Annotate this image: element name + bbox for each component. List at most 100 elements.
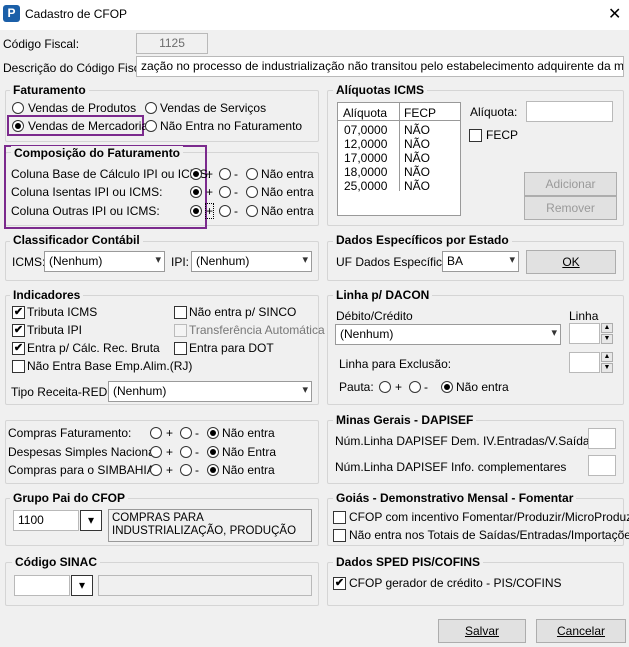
close-icon[interactable]: ✕ bbox=[608, 4, 621, 24]
radio-vendas-servicos[interactable] bbox=[145, 102, 157, 114]
window-title: Cadastro de CFOP bbox=[25, 7, 128, 21]
goias-totais-checkbox[interactable] bbox=[333, 529, 346, 542]
goias-incentivo-label: CFOP com incentivo Fomentar/Produzir/Mic… bbox=[349, 510, 629, 524]
nao-entra-faturamento-label: Não Entra no Faturamento bbox=[160, 119, 303, 133]
radio-isentas-none[interactable] bbox=[246, 186, 258, 198]
radio-outras-none[interactable] bbox=[246, 205, 258, 217]
spin-down-icon[interactable]: ▼ bbox=[601, 363, 613, 373]
grid-cell: 25,0000 bbox=[344, 179, 388, 193]
cancelar-button[interactable]: Cancelar bbox=[536, 619, 626, 643]
entra-rec-bruta-label: Entra p/ Cálc. Rec. Bruta bbox=[27, 341, 160, 355]
uf-select[interactable]: BA ▾ bbox=[442, 251, 519, 272]
radio-simbahia-plus[interactable] bbox=[150, 464, 162, 476]
aliquota-input[interactable] bbox=[526, 101, 613, 122]
icms-select[interactable]: (Nenhum) ▾ bbox=[44, 251, 165, 272]
grupo-pai-code[interactable]: 1100 bbox=[13, 510, 79, 531]
radio-pauta-none[interactable] bbox=[441, 381, 453, 393]
nao-entra-sinco-checkbox[interactable] bbox=[174, 306, 187, 319]
radio-simbahia-minus[interactable] bbox=[180, 464, 192, 476]
chevron-down-icon: ▾ bbox=[551, 327, 557, 339]
plus-label: + bbox=[395, 380, 403, 394]
classificador-title: Classificador Contábil bbox=[10, 233, 143, 247]
fecp-label: FECP bbox=[486, 128, 519, 142]
debito-credito-select[interactable]: (Nenhum) ▾ bbox=[335, 324, 561, 345]
adicionar-button[interactable]: Adicionar bbox=[524, 172, 617, 196]
minas-row1-input[interactable] bbox=[588, 428, 616, 449]
salvar-label: Salvar bbox=[464, 624, 499, 638]
linha-label: Linha bbox=[569, 309, 599, 323]
radio-vendas-produtos[interactable] bbox=[12, 102, 24, 114]
plus-label: + bbox=[204, 203, 215, 219]
sped-title: Dados SPED PIS/COFINS bbox=[333, 555, 484, 569]
sinac-code[interactable] bbox=[14, 575, 70, 596]
plus-label: + bbox=[166, 463, 174, 477]
sped-credito-checkbox[interactable]: ✔ bbox=[333, 577, 346, 590]
goias-incentivo-checkbox[interactable] bbox=[333, 511, 346, 524]
exclusao-spinner[interactable] bbox=[569, 352, 600, 373]
none-label: Não entra bbox=[261, 167, 314, 181]
radio-base-plus[interactable] bbox=[190, 168, 202, 180]
minus-label: - bbox=[195, 445, 199, 459]
grid-cell: NÃO bbox=[404, 137, 431, 151]
tributa-ipi-checkbox[interactable]: ✔ bbox=[12, 324, 25, 337]
none-label: Não entra bbox=[222, 463, 275, 477]
salvar-button[interactable]: Salvar bbox=[438, 619, 526, 643]
minus-label: - bbox=[234, 167, 238, 181]
plus-label: + bbox=[206, 185, 214, 199]
codigo-fiscal-field[interactable]: 1125 bbox=[136, 33, 208, 54]
tributa-icms-checkbox[interactable]: ✔ bbox=[12, 306, 25, 319]
chevron-down-icon: ▾ bbox=[87, 513, 95, 527]
radio-base-minus[interactable] bbox=[219, 168, 231, 180]
nao-entra-base-rj-label: Não Entra Base Emp.Alim.(RJ) bbox=[27, 359, 193, 373]
aliquotas-title: Alíquotas ICMS bbox=[333, 83, 428, 97]
radio-despesas-plus[interactable] bbox=[150, 446, 162, 458]
grid-cell: NÃO bbox=[404, 151, 431, 165]
radio-isentas-minus[interactable] bbox=[219, 186, 231, 198]
icms-label: ICMS: bbox=[12, 255, 46, 269]
radio-compras-minus[interactable] bbox=[180, 427, 192, 439]
spin-down-icon[interactable]: ▼ bbox=[601, 334, 613, 344]
radio-simbahia-none[interactable] bbox=[207, 464, 219, 476]
indicadores-title: Indicadores bbox=[10, 288, 84, 302]
grid-column-divider bbox=[399, 103, 400, 191]
ok-button[interactable]: OK bbox=[526, 250, 616, 274]
radio-compras-plus[interactable] bbox=[150, 427, 162, 439]
sinac-dropdown[interactable]: ▾ bbox=[71, 575, 93, 596]
grupo-pai-title: Grupo Pai do CFOP bbox=[10, 491, 129, 505]
grid-cell: 17,0000 bbox=[344, 151, 388, 165]
composicao-row-label: Coluna Base de Cálculo IPI ou ICMS: bbox=[11, 167, 212, 181]
dacon-title: Linha p/ DACON bbox=[333, 288, 433, 302]
cancelar-label: Cancelar bbox=[556, 624, 606, 638]
radio-vendas-mercadorias[interactable] bbox=[12, 120, 24, 132]
tipo-receita-select[interactable]: (Nenhum) ▾ bbox=[108, 381, 312, 402]
icms-select-value: (Nenhum) bbox=[49, 254, 103, 268]
radio-despesas-none[interactable] bbox=[207, 446, 219, 458]
entra-rec-bruta-checkbox[interactable]: ✔ bbox=[12, 342, 25, 355]
spin-up-icon[interactable]: ▲ bbox=[601, 352, 613, 362]
descricao-field[interactable]: zação no processo de industrialização nã… bbox=[136, 56, 624, 77]
radio-pauta-plus[interactable] bbox=[379, 381, 391, 393]
radio-isentas-plus[interactable] bbox=[190, 186, 202, 198]
grupo-pai-dropdown[interactable]: ▾ bbox=[80, 510, 102, 531]
radio-pauta-minus[interactable] bbox=[409, 381, 421, 393]
aliquota-label: Alíquota: bbox=[470, 105, 518, 119]
remover-button[interactable]: Remover bbox=[524, 196, 617, 220]
radio-compras-none[interactable] bbox=[207, 427, 219, 439]
transferencia-automatica-checkbox[interactable] bbox=[174, 324, 187, 337]
radio-nao-entra-faturamento[interactable] bbox=[145, 120, 157, 132]
entra-dot-checkbox[interactable] bbox=[174, 342, 187, 355]
nao-entra-sinco-label: Não entra p/ SINCO bbox=[189, 305, 297, 319]
spin-up-icon[interactable]: ▲ bbox=[601, 323, 613, 333]
radio-despesas-minus[interactable] bbox=[180, 446, 192, 458]
ok-button-label: OK bbox=[562, 255, 580, 269]
radio-base-none[interactable] bbox=[246, 168, 258, 180]
radio-outras-plus[interactable] bbox=[190, 205, 202, 217]
fecp-checkbox[interactable] bbox=[469, 129, 482, 142]
tipo-receita-value: (Nenhum) bbox=[113, 384, 167, 398]
nao-entra-base-rj-checkbox[interactable] bbox=[12, 360, 25, 373]
plus-label: + bbox=[206, 167, 214, 181]
linha-spinner[interactable] bbox=[569, 323, 600, 344]
ipi-select[interactable]: (Nenhum) ▾ bbox=[191, 251, 312, 272]
radio-outras-minus[interactable] bbox=[219, 205, 231, 217]
minas-row2-input[interactable] bbox=[588, 455, 616, 476]
